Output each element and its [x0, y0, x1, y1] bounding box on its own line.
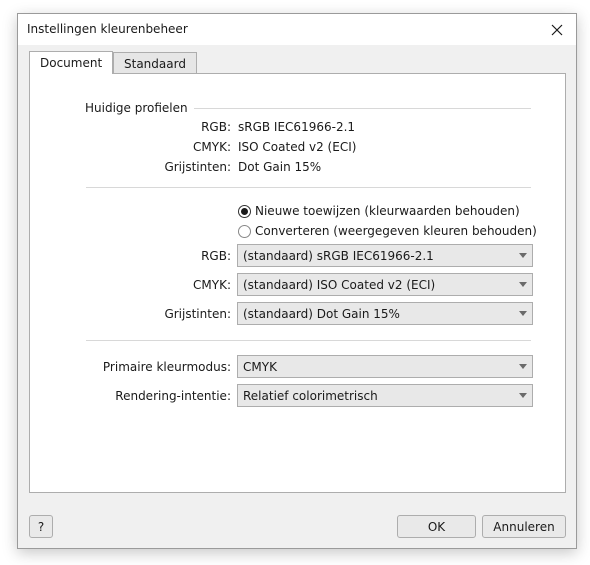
close-button[interactable] [544, 18, 570, 42]
section-divider [194, 108, 531, 109]
assign-cmyk-value: (standaard) ISO Coated v2 (ECI) [243, 277, 436, 292]
close-icon [551, 24, 563, 36]
cancel-button[interactable]: Annuleren [482, 515, 566, 538]
tab-standaard[interactable]: Standaard [113, 52, 197, 74]
ok-button[interactable]: OK [397, 515, 476, 538]
help-button[interactable]: ? [29, 515, 53, 538]
assign-rgb-select[interactable]: (standaard) sRGB IEC61966-2.1 [237, 244, 533, 267]
title-bar: Instellingen kleurenbeheer [18, 14, 576, 46]
chevron-down-icon [519, 282, 527, 287]
current-rgb-label: RGB: [201, 120, 231, 134]
current-profiles-heading: Huidige profielen [85, 101, 188, 115]
assign-gray-select[interactable]: (standaard) Dot Gain 15% [237, 302, 533, 325]
radio-selected-indicator [238, 204, 251, 218]
separator [86, 340, 531, 341]
radio-unselected-indicator [238, 224, 251, 238]
radio-assign-new-label: Nieuwe toewijzen (kleurwaarden behouden) [255, 204, 520, 218]
color-management-dialog: Instellingen kleurenbeheer Document Stan… [17, 13, 577, 549]
current-cmyk-label: CMYK: [193, 140, 231, 154]
current-rgb-value: sRGB IEC61966-2.1 [238, 120, 356, 134]
assign-cmyk-select[interactable]: (standaard) ISO Coated v2 (ECI) [237, 273, 533, 296]
rendering-intent-label: Rendering-intentie: [115, 389, 231, 403]
current-cmyk-value: ISO Coated v2 (ECI) [238, 140, 357, 154]
tab-document[interactable]: Document [29, 51, 114, 74]
radio-assign-new[interactable]: Nieuwe toewijzen (kleurwaarden behouden) [238, 204, 520, 218]
primary-mode-label: Primaire kleurmodus: [102, 360, 231, 374]
primary-mode-select[interactable]: CMYK [237, 355, 533, 378]
chevron-down-icon [519, 364, 527, 369]
window-title: Instellingen kleurenbeheer [27, 22, 188, 36]
rendering-intent-select[interactable]: Relatief colorimetrisch [237, 384, 533, 407]
radio-convert[interactable]: Converteren (weergegeven kleuren behoude… [238, 224, 537, 238]
tab-panel-document: Huidige profielen RGB: sRGB IEC61966-2.1… [29, 73, 566, 493]
assign-rgb-value: (standaard) sRGB IEC61966-2.1 [243, 248, 434, 263]
current-gray-value: Dot Gain 15% [238, 160, 322, 174]
assign-rgb-label: RGB: [201, 249, 231, 263]
assign-cmyk-label: CMYK: [193, 278, 231, 292]
chevron-down-icon [519, 253, 527, 258]
assign-gray-label: Grijstinten: [164, 307, 231, 321]
current-gray-label: Grijstinten: [164, 160, 231, 174]
chevron-down-icon [519, 393, 527, 398]
chevron-down-icon [519, 311, 527, 316]
primary-mode-value: CMYK [243, 359, 277, 374]
radio-convert-label: Converteren (weergegeven kleuren behoude… [255, 224, 537, 238]
rendering-intent-value: Relatief colorimetrisch [243, 388, 378, 403]
assign-gray-value: (standaard) Dot Gain 15% [243, 306, 400, 321]
separator [86, 187, 531, 188]
